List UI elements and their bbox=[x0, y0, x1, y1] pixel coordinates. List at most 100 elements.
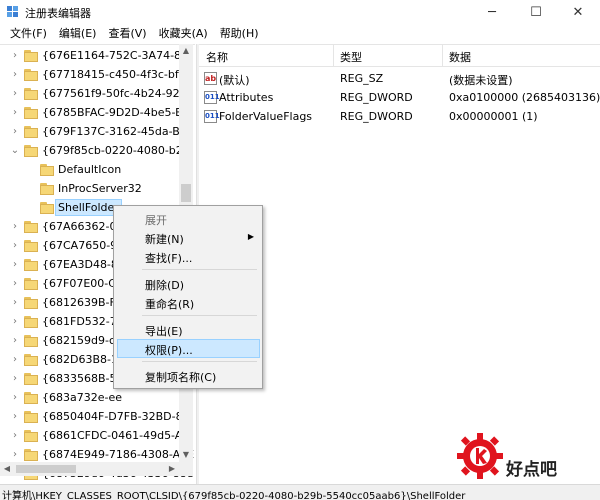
menu-item-expand[interactable]: 展开 bbox=[117, 209, 260, 228]
folder-icon bbox=[24, 392, 38, 404]
tree-item[interactable]: › {6861CFDC-0461-49d5-A8 bbox=[0, 427, 189, 445]
chevron-right-icon[interactable]: › bbox=[10, 449, 20, 461]
watermark-text: 好点吧 bbox=[506, 460, 557, 480]
chevron-right-icon[interactable]: › bbox=[10, 392, 20, 404]
maximize-button[interactable]: ☐ bbox=[514, 0, 558, 24]
tree-item-label: {67CA7650-96 bbox=[42, 239, 125, 252]
minimize-button[interactable]: ─ bbox=[470, 0, 514, 24]
value-name: (默认) bbox=[219, 74, 250, 87]
menu-file[interactable]: 文件(F) bbox=[4, 24, 53, 44]
chevron-right-icon[interactable]: › bbox=[10, 411, 20, 423]
minimize-icon: ─ bbox=[488, 4, 496, 20]
tree-child-item[interactable]: InProcServer32 bbox=[0, 180, 180, 198]
tree-horizontal-scrollbar[interactable]: ◀ ▶ bbox=[0, 462, 193, 476]
tree-item-label: DefaultIcon bbox=[58, 163, 122, 176]
scroll-thumb[interactable] bbox=[16, 465, 76, 473]
tree-item[interactable]: › {67718415-c450-4f3c-bf8a bbox=[0, 66, 192, 84]
binary-value-icon: 011 bbox=[204, 110, 220, 123]
tree-item-label: InProcServer32 bbox=[58, 182, 142, 195]
folder-icon bbox=[24, 278, 38, 290]
tree-item[interactable]: › {677561f9-50fc-4b24-921c bbox=[0, 85, 193, 103]
tree-item-label: {67A66362-05 bbox=[42, 220, 124, 233]
menu-item-find[interactable]: 查找(F)... bbox=[117, 247, 260, 266]
menu-view[interactable]: 查看(V) bbox=[102, 24, 152, 44]
folder-icon bbox=[24, 259, 38, 271]
folder-icon bbox=[40, 164, 54, 176]
value-row[interactable]: 011 FolderValueFlags REG_DWORD 0x0000000… bbox=[199, 107, 600, 126]
folder-open-icon bbox=[24, 145, 38, 157]
menu-item-permissions[interactable]: 权限(P)... bbox=[117, 339, 260, 358]
scroll-thumb[interactable] bbox=[181, 184, 191, 202]
tree-item[interactable]: › {6785BFAC-9D2D-4be5-B7 bbox=[0, 104, 190, 122]
tree-child-item[interactable]: DefaultIcon bbox=[0, 161, 180, 179]
chevron-right-icon[interactable]: › bbox=[10, 430, 20, 442]
folder-icon bbox=[24, 297, 38, 309]
close-button[interactable]: ✕ bbox=[556, 0, 600, 24]
chevron-right-icon[interactable]: › bbox=[10, 297, 20, 309]
folder-icon bbox=[24, 107, 38, 119]
chevron-right-icon[interactable]: › bbox=[10, 373, 20, 385]
value-type: REG_DWORD bbox=[340, 110, 413, 123]
chevron-right-icon[interactable]: › bbox=[10, 259, 20, 271]
folder-icon bbox=[24, 50, 38, 62]
tree-item-label: {677561f9-50fc-4b24-921c bbox=[42, 87, 193, 100]
tree-item-label: {679f85cb-0220-4080-b29 bbox=[42, 144, 190, 157]
menu-edit[interactable]: 编辑(E) bbox=[53, 24, 103, 44]
chevron-right-icon[interactable]: › bbox=[10, 278, 20, 290]
binary-value-icon: 011 bbox=[204, 91, 220, 104]
tree-item-label: {683a732e-ee bbox=[42, 391, 123, 404]
scroll-right-icon[interactable]: ▶ bbox=[165, 462, 179, 476]
menu-item-copy-key-name[interactable]: 复制项名称(C) bbox=[117, 366, 260, 385]
chevron-down-icon[interactable]: ⌄ bbox=[10, 145, 20, 157]
tree-item-label: {682159d9-c3 bbox=[42, 334, 122, 347]
chevron-right-icon[interactable]: › bbox=[10, 50, 20, 62]
menu-item-export[interactable]: 导出(E) bbox=[117, 320, 260, 339]
tree-item[interactable]: › {676E1164-752C-3A74-8D bbox=[0, 47, 190, 65]
chevron-right-icon[interactable]: › bbox=[10, 316, 20, 328]
column-header-type[interactable]: 类型 bbox=[340, 49, 362, 65]
chevron-right-icon[interactable]: › bbox=[10, 69, 20, 81]
menu-item-rename[interactable]: 重命名(R) bbox=[117, 293, 260, 312]
folder-icon bbox=[24, 88, 38, 100]
submenu-arrow-icon: ▶ bbox=[247, 232, 254, 241]
column-header-name[interactable]: 名称 bbox=[206, 49, 228, 65]
tree-item-label: {6812639B-FD bbox=[42, 296, 125, 309]
scroll-up-icon[interactable]: ▲ bbox=[179, 44, 193, 58]
tree-item-label: {67718415-c450-4f3c-bf8a bbox=[42, 68, 193, 81]
status-bar: 计算机\HKEY_CLASSES_ROOT\CLSID\{679f85cb-02… bbox=[0, 484, 600, 500]
menu-item-new[interactable]: 新建(N) ▶ bbox=[117, 228, 260, 247]
value-data: (数据未设置) bbox=[449, 74, 513, 87]
folder-icon bbox=[24, 69, 38, 81]
scroll-down-icon[interactable]: ▼ bbox=[179, 448, 193, 462]
menu-favorites[interactable]: 收藏夹(A) bbox=[153, 24, 214, 44]
column-divider[interactable] bbox=[333, 45, 334, 67]
value-row[interactable]: 011 Attributes REG_DWORD 0xa0100000 (268… bbox=[199, 88, 600, 107]
tree-item[interactable]: › {6850404F-D7FB-32BD-83 bbox=[0, 408, 190, 426]
tree-item-expanded[interactable]: ⌄ {679f85cb-0220-4080-b29 bbox=[0, 142, 190, 160]
folder-icon bbox=[40, 183, 54, 195]
folder-icon bbox=[24, 430, 38, 442]
chevron-right-icon[interactable]: › bbox=[10, 354, 20, 366]
folder-icon bbox=[24, 316, 38, 328]
chevron-right-icon[interactable]: › bbox=[10, 335, 20, 347]
tree-item[interactable]: › {679F137C-3162-45da-BE3 bbox=[0, 123, 194, 141]
tree-item-label: {6785BFAC-9D2D-4be5-B7 bbox=[42, 106, 190, 119]
value-row[interactable]: ab (默认) REG_SZ (数据未设置) bbox=[199, 69, 600, 88]
tree-item-label: {681FD532-7E bbox=[42, 315, 124, 328]
chevron-right-icon[interactable]: › bbox=[10, 221, 20, 233]
column-divider[interactable] bbox=[442, 45, 443, 67]
tree-item[interactable]: › {683a732e-ee bbox=[0, 389, 180, 407]
menu-item-delete[interactable]: 删除(D) bbox=[117, 274, 260, 293]
maximize-icon: ☐ bbox=[530, 4, 542, 20]
column-header-data[interactable]: 数据 bbox=[449, 49, 471, 65]
chevron-right-icon[interactable]: › bbox=[10, 240, 20, 252]
tree-item-label: {679F137C-3162-45da-BE3 bbox=[42, 125, 194, 138]
folder-icon bbox=[24, 373, 38, 385]
chevron-right-icon[interactable]: › bbox=[10, 107, 20, 119]
watermark-logo-icon bbox=[457, 433, 503, 479]
menu-help[interactable]: 帮助(H) bbox=[214, 24, 265, 44]
chevron-right-icon[interactable]: › bbox=[10, 126, 20, 138]
chevron-right-icon[interactable]: › bbox=[10, 88, 20, 100]
tree-item-label: {676E1164-752C-3A74-8D bbox=[42, 49, 190, 62]
scroll-left-icon[interactable]: ◀ bbox=[0, 462, 14, 476]
